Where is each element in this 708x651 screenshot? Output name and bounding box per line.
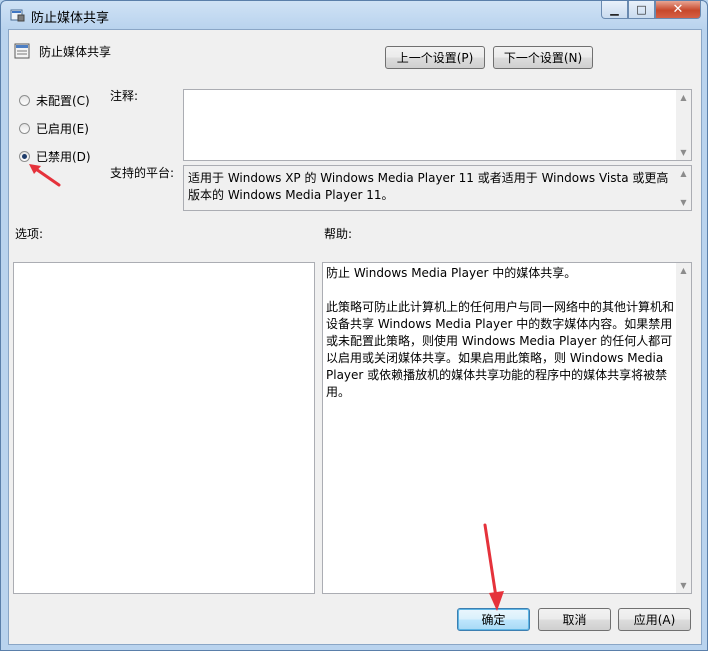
scroll-up-icon[interactable]: ▲ (676, 166, 691, 181)
cancel-button[interactable]: 取消 (538, 608, 611, 631)
options-panel (13, 262, 315, 594)
comment-scrollbar[interactable]: ▲ ▼ (676, 90, 691, 160)
next-setting-button[interactable]: 下一个设置(N) (493, 46, 593, 69)
annotation-arrow-icon (483, 523, 504, 611)
policy-dialog-window: 防止媒体共享 ▁ □ ✕ 防止媒体共享 上一个设置(P) 下一个设置(N) 未配… (0, 0, 708, 651)
previous-setting-button[interactable]: 上一个设置(P) (385, 46, 485, 69)
policy-setting-icon (14, 43, 30, 59)
scroll-down-icon[interactable]: ▼ (676, 578, 691, 593)
supported-platform-value: 适用于 Windows XP 的 Windows Media Player 11… (188, 171, 669, 202)
platform-scrollbar[interactable]: ▲ ▼ (676, 166, 691, 210)
close-icon: ✕ (672, 2, 684, 17)
maximize-button[interactable]: □ (628, 1, 655, 19)
close-button[interactable]: ✕ (655, 1, 701, 19)
radio-not-configured[interactable] (19, 95, 30, 106)
radio-not-configured-label[interactable]: 未配置(C) (36, 92, 90, 109)
dialog-client-area: 防止媒体共享 上一个设置(P) 下一个设置(N) 未配置(C) 已启用(E) 已… (8, 29, 702, 645)
policy-icon (10, 9, 25, 22)
apply-button[interactable]: 应用(A) (618, 608, 691, 631)
scroll-down-icon[interactable]: ▼ (676, 145, 691, 160)
radio-enabled[interactable] (19, 123, 30, 134)
window-title: 防止媒体共享 (31, 11, 110, 26)
caption-buttons: ▁ □ ✕ (601, 1, 701, 20)
minimize-button[interactable]: ▁ (601, 1, 628, 19)
maximize-icon: □ (636, 3, 647, 16)
title-bar[interactable]: 防止媒体共享 ▁ □ ✕ (1, 1, 707, 29)
help-text: 防止 Windows Media Player 中的媒体共享。 此策略可防止此计… (326, 266, 675, 399)
help-section-label: 帮助: (324, 227, 353, 241)
minimize-icon: ▁ (610, 3, 619, 16)
options-section-label: 选项: (15, 227, 44, 241)
policy-name: 防止媒体共享 (39, 45, 112, 59)
scroll-up-icon[interactable]: ▲ (676, 90, 691, 105)
supported-platform-label: 支持的平台: (110, 166, 175, 180)
radio-enabled-label[interactable]: 已启用(E) (36, 120, 89, 137)
scroll-up-icon[interactable]: ▲ (676, 263, 691, 278)
scroll-down-icon[interactable]: ▼ (676, 195, 691, 210)
supported-platform-box: 适用于 Windows XP 的 Windows Media Player 11… (183, 165, 692, 211)
comment-label: 注释: (110, 89, 139, 103)
comment-textarea[interactable]: ▲ ▼ (183, 89, 692, 161)
help-scrollbar[interactable]: ▲ ▼ (676, 263, 691, 593)
annotation-arrow-icon (29, 164, 61, 187)
